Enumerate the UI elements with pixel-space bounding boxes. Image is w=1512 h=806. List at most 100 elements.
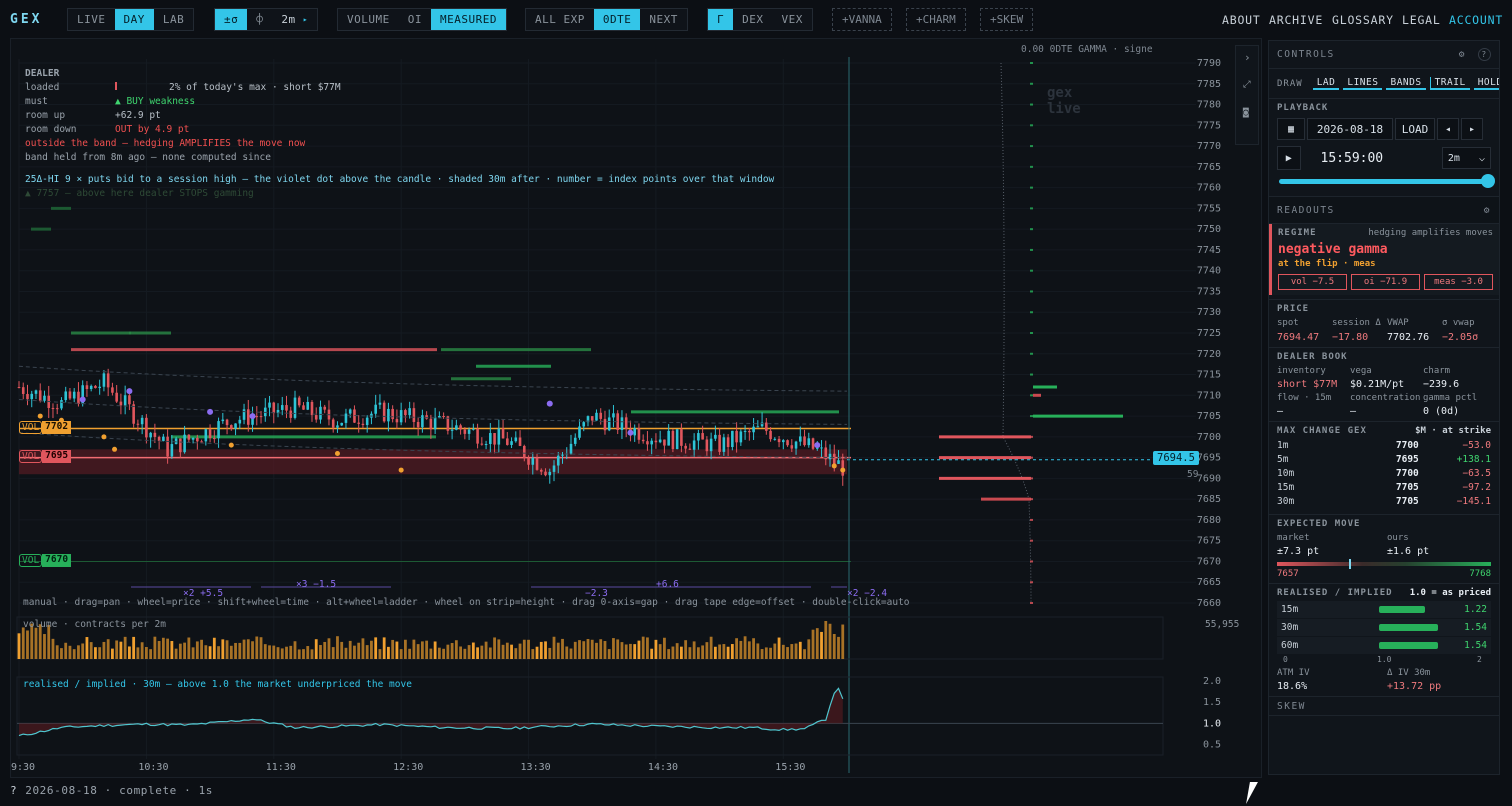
add-vanna-button[interactable]: +VANNA xyxy=(832,8,892,31)
date-input[interactable]: 2026-08-18 xyxy=(1307,118,1393,140)
mode-lab[interactable]: LAB xyxy=(154,9,193,30)
volume-bar xyxy=(446,644,450,659)
level-tag-7695[interactable]: VOL 7695 xyxy=(19,450,72,463)
draw-trail[interactable]: TRAIL xyxy=(1429,77,1470,90)
book-head: inventory xyxy=(1277,366,1326,376)
volume-bar xyxy=(590,639,594,659)
load-button[interactable]: LOAD xyxy=(1395,118,1435,140)
add-skew-button[interactable]: +SKEW xyxy=(980,8,1034,31)
volume-bar xyxy=(790,644,794,659)
volume-bar xyxy=(106,639,110,659)
volume-bar xyxy=(111,648,114,659)
y-tick-label: 7730 xyxy=(1197,307,1221,318)
volume-bar xyxy=(21,627,25,659)
volume-bar xyxy=(276,647,280,659)
level-tag-7670[interactable]: VOL 7670 xyxy=(19,554,72,567)
slider-handle[interactable] xyxy=(1481,174,1495,188)
expiry-next[interactable]: NEXT xyxy=(640,9,687,30)
volume-bar xyxy=(348,640,352,659)
greek-gamma[interactable]: Γ xyxy=(708,9,734,30)
phi-toggle[interactable]: ⌽ xyxy=(247,9,272,30)
add-charm-button[interactable]: +CHARM xyxy=(906,8,966,31)
volume-bar xyxy=(98,647,102,659)
volume-bar xyxy=(314,639,318,659)
mode-live[interactable]: LIVE xyxy=(68,9,115,30)
volume-bar xyxy=(399,649,403,659)
greek-dex[interactable]: DEX xyxy=(733,9,772,30)
candle xyxy=(459,425,462,430)
realised-tick: 2.0 xyxy=(1203,676,1221,687)
draw-bands[interactable]: BANDS xyxy=(1386,77,1426,90)
prev-icon[interactable]: ◂ xyxy=(1437,118,1459,140)
flow-oi[interactable]: OI xyxy=(399,9,431,30)
volume-bar xyxy=(459,646,462,659)
volume-bar xyxy=(527,639,530,659)
watermark-logo: gex live xyxy=(1047,85,1081,117)
volume-bar xyxy=(569,648,573,659)
gear-icon[interactable]: ⚙ xyxy=(1459,49,1466,60)
draw-lines[interactable]: LINES xyxy=(1343,77,1383,90)
speed-select[interactable]: 2m ⌵ xyxy=(1441,147,1491,169)
camera-icon[interactable]: ◙ xyxy=(1243,107,1249,118)
y-tick-label: 7675 xyxy=(1197,536,1221,547)
calendar-icon[interactable]: ▦ xyxy=(1277,118,1305,140)
sigma-toggle[interactable]: ±σ xyxy=(215,9,248,30)
candle xyxy=(531,457,535,465)
session-delta: −17.80 xyxy=(1332,332,1369,343)
help-icon[interactable]: ? xyxy=(10,784,17,797)
nav-glossary[interactable]: GLOSSARY xyxy=(1332,13,1394,27)
gamma-pctl-value: 0 (0d) xyxy=(1423,406,1460,417)
draw-lad[interactable]: LAD xyxy=(1312,77,1340,90)
expiry-0dte[interactable]: 0DTE xyxy=(593,9,641,30)
greek-vex[interactable]: VEX xyxy=(773,9,812,30)
interval-arrow-icon: ▸ xyxy=(302,15,309,24)
chevron-right-icon[interactable]: › xyxy=(1244,51,1251,64)
next-icon[interactable]: ▸ xyxy=(1461,118,1483,140)
candle xyxy=(429,418,433,430)
nav-legal[interactable]: LEGAL xyxy=(1402,13,1441,27)
skew-header[interactable]: SKEW xyxy=(1269,696,1499,716)
volume-bar xyxy=(204,645,208,659)
volume-bar xyxy=(365,645,369,659)
volume-bar xyxy=(463,648,467,659)
candle xyxy=(404,410,407,416)
volume-bar xyxy=(357,642,361,659)
gamma-tick xyxy=(1030,186,1033,189)
candle xyxy=(166,436,169,457)
help-icon[interactable]: ? xyxy=(1478,48,1491,61)
volume-bar xyxy=(629,643,632,659)
nav-account[interactable]: ACCOUNT xyxy=(1449,13,1503,27)
level-tag-7702[interactable]: VOL 7702 xyxy=(19,421,72,434)
volume-bar xyxy=(344,647,348,659)
gear-icon[interactable]: ⚙ xyxy=(1484,205,1491,216)
flow-dot xyxy=(334,450,340,456)
expand-icon[interactable]: ⤢ xyxy=(1243,79,1251,90)
candle xyxy=(221,419,225,422)
candle xyxy=(272,402,276,414)
expiry-all[interactable]: ALL EXP xyxy=(526,9,594,30)
move-label: ×3 −1.5 xyxy=(296,579,337,590)
flow-measured[interactable]: MEASURED xyxy=(431,9,506,30)
mode-day[interactable]: DAY xyxy=(114,9,154,30)
volume-bar xyxy=(552,636,556,659)
app-logo[interactable]: GEX xyxy=(10,12,42,27)
em-range-bar xyxy=(1277,559,1491,569)
controls-panel: CONTROLS ⚙? DRAW LAD LINES BANDS TRAIL HO… xyxy=(1268,40,1500,775)
gamma-tick xyxy=(1030,290,1033,293)
playback-slider[interactable] xyxy=(1277,174,1495,188)
draw-hold[interactable]: HOLD xyxy=(1473,77,1499,90)
mcg-row: 30m 7705 −145.1 xyxy=(1277,496,1491,507)
candle xyxy=(654,440,658,443)
nav-archive[interactable]: ARCHIVE xyxy=(1269,13,1323,27)
candle xyxy=(476,428,479,444)
flow-volume[interactable]: VOLUME xyxy=(338,9,399,30)
interval-select[interactable]: 2m ▸ xyxy=(272,9,317,30)
skew-dot xyxy=(79,396,86,403)
gamma-tick xyxy=(1030,103,1033,106)
play-icon[interactable]: ▶ xyxy=(1277,146,1301,170)
volume-max: 55,955 xyxy=(1205,619,1240,630)
volume-bar xyxy=(391,639,395,659)
candle xyxy=(242,409,246,420)
nav-about[interactable]: ABOUT xyxy=(1222,13,1261,27)
candle xyxy=(798,436,802,442)
